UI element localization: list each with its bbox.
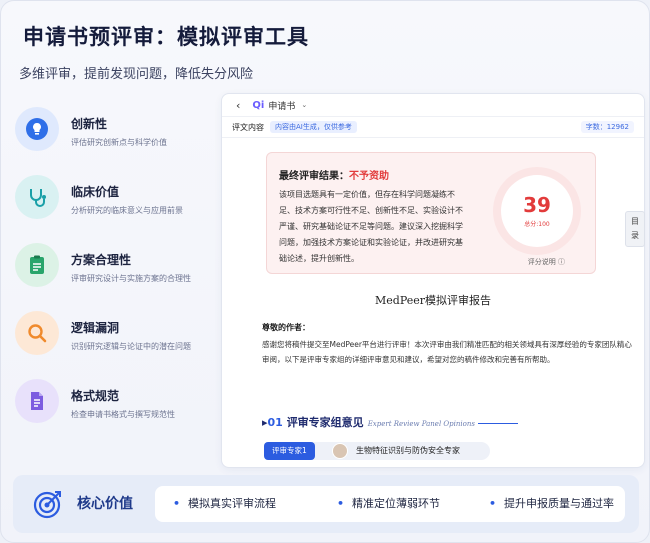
score-value: 39 <box>523 192 551 217</box>
word-count-badge: 字数：12962 <box>580 121 634 133</box>
content-bar: 评文内容 内容由AI生成，仅供参考 字数：12962 <box>222 116 644 138</box>
toc-label: 目 录 <box>631 217 639 240</box>
stethoscope-icon <box>15 175 59 219</box>
score-note-link[interactable]: 评分说明 ⓘ <box>528 257 565 267</box>
result-status: 不予资助 <box>349 171 389 182</box>
expert-badge: 评审专家1 <box>264 442 315 460</box>
feature-title: 方案合理性 <box>71 253 132 267</box>
target-icon <box>33 491 61 519</box>
feature-item-clinical: 临床价值 分析研究的临床意义与应用前景 <box>15 169 215 237</box>
score-circle: 39 总分:100 <box>501 175 573 247</box>
result-card: 最终评审结果：不予资助 该项目选题具有一定价值，但存在科学问题凝练不足、技术方案… <box>266 152 596 274</box>
clipboard-icon <box>15 243 59 287</box>
feature-item-format: 格式规范 检查申请书格式与撰写规范性 <box>15 373 215 441</box>
core-value-bar: 核心价值 模拟真实评审流程 精准定位薄弱环节 提升申报质量与通过率 <box>13 475 639 533</box>
promo-frame: 申请书预评审：模拟评审工具 多维评审，提前发现问题，降低失分风险 创新性 评估研… <box>0 0 650 543</box>
feature-desc: 评估研究创新点与科学价值 <box>71 138 167 147</box>
result-body: 该项目选题具有一定价值，但存在科学问题凝练不足、技术方案可行性不足、创新性不足、… <box>279 190 463 263</box>
section-number: 01 <box>267 416 283 429</box>
doc-name[interactable]: 申请书 <box>268 99 295 112</box>
app-logo-icon: Qi <box>252 99 265 111</box>
greeting: 尊敬的作者： <box>262 323 310 332</box>
chevron-down-icon[interactable]: ⌄ <box>301 101 307 109</box>
magnifier-icon <box>15 311 59 355</box>
feature-item-innovation: 创新性 评估研究创新点与科学价值 <box>15 101 215 169</box>
feature-title: 逻辑漏洞 <box>71 321 120 335</box>
value-item: 模拟真实评审流程 <box>155 486 319 522</box>
feature-desc: 评审研究设计与实施方案的合理性 <box>71 274 191 283</box>
content-label: 评文内容 <box>232 122 264 132</box>
feature-title: 格式规范 <box>71 389 120 403</box>
section-title-en: Expert Review Panel Opinions <box>367 420 475 428</box>
document-icon <box>15 379 59 423</box>
value-item: 精准定位薄弱环节 <box>319 486 471 522</box>
panel-header: ‹ Qi 申请书 ⌄ <box>222 94 644 116</box>
intro-text: 感谢您将稿件提交至MedPeer平台进行评审！本次评审由我们精准匹配的相关领域具… <box>262 340 632 364</box>
review-panel: ‹ Qi 申请书 ⌄ 评文内容 内容由AI生成，仅供参考 字数：12962 最终… <box>221 93 645 468</box>
feature-title: 创新性 <box>71 117 108 131</box>
avatar <box>332 443 348 459</box>
section-title: 评审专家组意见 <box>286 416 364 429</box>
section-heading: ▸01 评审专家组意见 Expert Review Panel Opinions <box>262 416 475 429</box>
core-value-label: 核心价值 <box>77 496 133 512</box>
value-item: 提升申报质量与通过率 <box>471 486 625 522</box>
page-subtitle: 多维评审，提前发现问题，降低失分风险 <box>19 67 254 82</box>
result-title: 最终评审结果：不予资助 <box>279 167 389 182</box>
feature-item-logic: 逻辑漏洞 识别研究逻辑与论证中的潜在问题 <box>15 305 215 373</box>
back-icon[interactable]: ‹ <box>236 99 240 112</box>
feature-list: 创新性 评估研究创新点与科学价值 临床价值 分析研究的临床意义与应用前景 方案合… <box>15 101 215 441</box>
feature-desc: 分析研究的临床意义与应用前景 <box>71 206 183 215</box>
feature-desc: 识别研究逻辑与论证中的潜在问题 <box>71 342 191 351</box>
feature-title: 临床价值 <box>71 185 120 199</box>
expert-row[interactable]: 评审专家1 生物特征识别与防伪安全专家 <box>264 442 490 460</box>
ai-tag: 内容由AI生成，仅供参考 <box>270 121 357 133</box>
section-divider <box>478 423 518 424</box>
lightbulb-icon <box>15 107 59 151</box>
result-title-prefix: 最终评审结果： <box>279 171 349 182</box>
feature-item-plan: 方案合理性 评审研究设计与实施方案的合理性 <box>15 237 215 305</box>
page-title: 申请书预评审：模拟评审工具 <box>23 25 309 49</box>
toc-button[interactable]: 目 录 <box>625 211 645 247</box>
expert-name: 生物特征识别与防伪安全专家 <box>356 446 460 455</box>
score-label: 总分:100 <box>524 220 550 228</box>
report-title: MedPeer模拟评审报告 <box>375 294 491 307</box>
feature-desc: 检查申请书格式与撰写规范性 <box>71 410 175 419</box>
